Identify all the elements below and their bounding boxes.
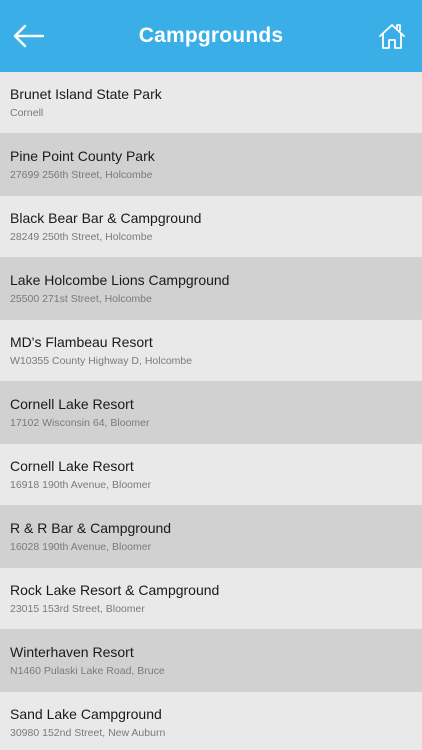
list-item[interactable]: Cornell Lake Resort 17102 Wisconsin 64, B… (0, 382, 422, 444)
campground-name: R & R Bar & Campground (10, 520, 172, 536)
campground-name: Rock Lake Resort & Campground (10, 582, 220, 598)
campground-address: N1460 Pulaski Lake Road, Bruce (10, 665, 165, 677)
campground-name: Pine Point County Park (10, 148, 155, 164)
campground-address: 30980 152nd Street, New Auburn (10, 727, 166, 739)
campground-name: Cornell Lake Resort (10, 396, 134, 412)
campground-address: 16918 190th Avenue, Bloomer (10, 479, 152, 491)
campground-address: 28249 250th Street, Holcombe (10, 231, 153, 243)
campground-name: Winterhaven Resort (10, 644, 134, 660)
list-item[interactable]: Rock Lake Resort & Campground 23015 153rd… (0, 568, 422, 630)
campground-address: 25500 271st Street, Holcombe (10, 293, 152, 305)
campground-name: Sand Lake Campground (10, 706, 162, 722)
campground-address: 27699 256th Street, Holcombe (10, 169, 153, 181)
campground-name: MD's Flambeau Resort (10, 334, 153, 350)
list-item[interactable]: Brunet Island State Park Cornell (0, 72, 422, 134)
list-item[interactable]: Cornell Lake Resort 16918 190th Avenue, B… (0, 444, 422, 506)
nav-bar: Campgrounds (0, 0, 422, 72)
list-item[interactable]: Sand Lake Campground 30980 152nd Street, … (0, 692, 422, 750)
campground-name: Cornell Lake Resort (10, 458, 134, 474)
campground-name: Brunet Island State Park (10, 86, 162, 102)
campground-address: 16028 190th Avenue, Bloomer (10, 541, 152, 553)
page-title: Campgrounds (138, 24, 284, 47)
list-item[interactable]: Winterhaven Resort N1460 Pulaski Lake Roa… (0, 630, 422, 692)
list-item[interactable]: MD's Flambeau Resort W10355 County Highwa… (0, 320, 422, 382)
campground-address: 23015 153rd Street, Bloomer (10, 603, 145, 615)
list-item[interactable]: Black Bear Bar & Campground 28249 250th S… (0, 196, 422, 258)
campground-name: Black Bear Bar & Campground (10, 210, 202, 226)
campground-address: 17102 Wisconsin 64, Bloomer (10, 417, 150, 429)
arrow-left-icon[interactable] (12, 22, 46, 50)
app-screen: Campgrounds Brunet Island State Park Corn… (0, 0, 422, 750)
list-item[interactable]: Pine Point County Park 27699 256th Street… (0, 134, 422, 196)
campground-address: Cornell (10, 107, 44, 119)
home-icon[interactable] (378, 22, 406, 50)
list-item[interactable]: Lake Holcombe Lions Campground 25500 271s… (0, 258, 422, 320)
campground-list: Brunet Island State Park Cornell Pine Poin… (0, 72, 422, 750)
campground-name: Lake Holcombe Lions Campground (10, 272, 230, 288)
campground-address: W10355 County Highway D, Holcombe (10, 355, 193, 367)
list-item[interactable]: R & R Bar & Campground 16028 190th Avenue… (0, 506, 422, 568)
